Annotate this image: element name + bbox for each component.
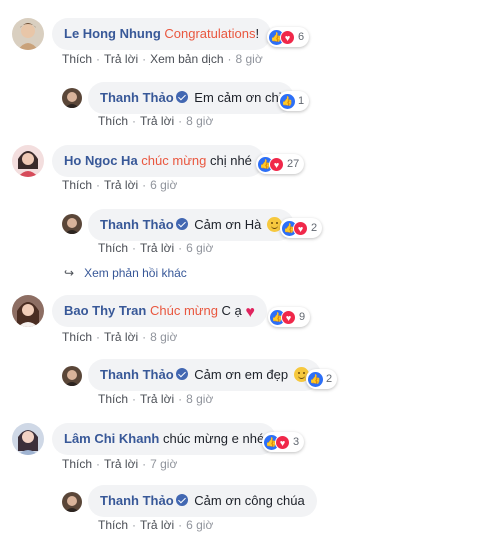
like-link[interactable]: Thích bbox=[62, 457, 92, 471]
comment-author[interactable]: Bao Thy Tran bbox=[64, 303, 146, 318]
comment-text: chúc mừng e nhé bbox=[162, 431, 265, 446]
reply-link[interactable]: Trả lời bbox=[140, 518, 174, 532]
comment-highlight: Congratulations bbox=[164, 26, 256, 41]
like-link[interactable]: Thích bbox=[98, 518, 128, 532]
like-link[interactable]: Thích bbox=[98, 114, 128, 128]
comment-actions: Thích · Trả lời · 7 giờ bbox=[62, 457, 178, 471]
timestamp[interactable]: 8 giờ bbox=[150, 330, 177, 344]
comment-actions: Thích · Trả lời · 8 giờ bbox=[98, 392, 214, 406]
comment-author[interactable]: Thanh Thảo bbox=[100, 493, 174, 508]
reaction-count: 1 bbox=[298, 95, 305, 108]
reaction-summary[interactable]: 👍 2 bbox=[306, 369, 338, 389]
love-icon: ♥ bbox=[281, 309, 296, 325]
heart-emoji-icon: ♥ bbox=[245, 304, 255, 321]
like-icon: 👍 bbox=[280, 93, 295, 109]
avatar[interactable] bbox=[62, 88, 82, 108]
reaction-count: 2 bbox=[326, 373, 333, 386]
like-link[interactable]: Thích bbox=[98, 241, 128, 255]
love-icon: ♥ bbox=[280, 29, 295, 45]
comment-bubble: Thanh Thảo Cảm ơn em đẹp bbox=[88, 359, 321, 391]
comment-author[interactable]: Ho Ngoc Ha bbox=[64, 153, 138, 168]
comment-actions: Thích · Trả lời · 6 giờ bbox=[62, 178, 178, 192]
avatar[interactable] bbox=[62, 492, 82, 512]
comment-bubble: Ho Ngoc Ha chúc mừng chị nhé bbox=[52, 145, 264, 177]
reaction-count: 2 bbox=[311, 222, 318, 235]
comment-author[interactable]: Lâm Chi Khanh bbox=[64, 431, 159, 446]
reaction-count: 9 bbox=[299, 311, 306, 324]
comment-text: C ạ bbox=[217, 303, 242, 318]
reaction-count: 27 bbox=[287, 158, 300, 171]
timestamp[interactable]: 8 giờ bbox=[186, 114, 213, 128]
like-link[interactable]: Thích bbox=[62, 52, 92, 66]
reaction-count: 3 bbox=[293, 436, 300, 449]
comment-bubble: Lâm Chi Khanh chúc mừng e nhé bbox=[52, 423, 277, 455]
like-icon: 👍 bbox=[308, 371, 323, 387]
reply-link[interactable]: Trả lời bbox=[140, 392, 174, 406]
comment-actions: Thích · Trả lời · 6 giờ bbox=[98, 241, 214, 255]
comment-text: Cảm ơn công chúa bbox=[194, 493, 305, 508]
reply-link[interactable]: Trả lời bbox=[104, 330, 138, 344]
reply-link[interactable]: Trả lời bbox=[104, 52, 138, 66]
comment-author[interactable]: Thanh Thảo bbox=[100, 217, 174, 232]
comment-actions: Thích · Trả lời · 8 giờ bbox=[98, 114, 214, 128]
verified-badge-icon bbox=[175, 218, 188, 230]
timestamp[interactable]: 7 giờ bbox=[150, 457, 177, 471]
verified-badge-icon bbox=[175, 494, 188, 506]
like-link[interactable]: Thích bbox=[62, 178, 92, 192]
reply-arrow-icon: ↪ bbox=[64, 266, 75, 280]
timestamp[interactable]: 8 giờ bbox=[186, 392, 213, 406]
verified-badge-icon bbox=[175, 368, 188, 380]
comment-bubble: Thanh Thảo Cảm ơn công chúa bbox=[88, 485, 317, 517]
timestamp[interactable]: 6 giờ bbox=[150, 178, 177, 192]
comment-author[interactable]: Le Hong Nhung bbox=[64, 26, 161, 41]
verified-badge-icon bbox=[175, 91, 188, 103]
avatar[interactable] bbox=[62, 214, 82, 234]
love-icon: ♥ bbox=[275, 434, 290, 450]
avatar[interactable] bbox=[12, 145, 44, 177]
reaction-count: 6 bbox=[298, 31, 305, 44]
reaction-summary[interactable]: 👍 ♥ 6 bbox=[267, 27, 310, 47]
like-link[interactable]: Thích bbox=[62, 330, 92, 344]
love-icon: ♥ bbox=[269, 156, 284, 172]
reaction-summary[interactable]: 👍 ♥ 27 bbox=[256, 154, 305, 174]
comment-text: Cảm ơn Hà bbox=[194, 217, 262, 232]
reply-link[interactable]: Trả lời bbox=[104, 457, 138, 471]
comment-bubble: Thanh Thảo Cảm ơn Hà bbox=[88, 209, 294, 241]
avatar[interactable] bbox=[12, 295, 44, 327]
comment-author[interactable]: Thanh Thảo bbox=[100, 367, 174, 382]
timestamp[interactable]: 8 giờ bbox=[236, 52, 263, 66]
comment-text: ! bbox=[255, 26, 260, 41]
comment-bubble: Le Hong Nhung Congratulations! bbox=[52, 18, 272, 50]
like-link[interactable]: Thích bbox=[98, 392, 128, 406]
comment-bubble: Thanh Thảo Em cảm ơn chị bbox=[88, 82, 294, 114]
reply-link[interactable]: Trả lời bbox=[140, 114, 174, 128]
love-icon: ♥ bbox=[293, 220, 308, 236]
timestamp[interactable]: 6 giờ bbox=[186, 518, 213, 532]
comment-text: Cảm ơn em đẹp bbox=[194, 367, 289, 382]
reaction-summary[interactable]: 👍 1 bbox=[278, 91, 310, 111]
comment-actions: Thích · Trả lời · 8 giờ bbox=[62, 330, 178, 344]
reaction-summary[interactable]: 👍 ♥ 2 bbox=[280, 218, 323, 238]
more-replies-link[interactable]: ↪ Xem phản hồi khác bbox=[64, 266, 187, 280]
reply-link[interactable]: Trả lời bbox=[140, 241, 174, 255]
comment-highlight: Chúc mừng bbox=[149, 303, 218, 318]
comment-actions: Thích · Trả lời · Xem bản dịch · 8 giờ bbox=[62, 52, 263, 66]
avatar[interactable] bbox=[12, 18, 44, 50]
more-replies-label: Xem phản hồi khác bbox=[84, 266, 187, 280]
reply-link[interactable]: Trả lời bbox=[104, 178, 138, 192]
reaction-summary[interactable]: 👍 ♥ 9 bbox=[268, 307, 311, 327]
avatar[interactable] bbox=[62, 366, 82, 386]
translate-link[interactable]: Xem bản dịch bbox=[150, 52, 223, 66]
comment-highlight: chúc mừng bbox=[141, 153, 207, 168]
avatar[interactable] bbox=[12, 423, 44, 455]
comment-actions: Thích · Trả lời · 6 giờ bbox=[98, 518, 214, 532]
reaction-summary[interactable]: 👍 ♥ 3 bbox=[262, 432, 305, 452]
comment-text: Em cảm ơn chị bbox=[194, 90, 282, 105]
timestamp[interactable]: 6 giờ bbox=[186, 241, 213, 255]
comment-bubble: Bao Thy Tran Chúc mừng C ạ ♥ bbox=[52, 295, 267, 327]
comment-author[interactable]: Thanh Thảo bbox=[100, 90, 174, 105]
comment-text: chị nhé bbox=[206, 153, 252, 168]
